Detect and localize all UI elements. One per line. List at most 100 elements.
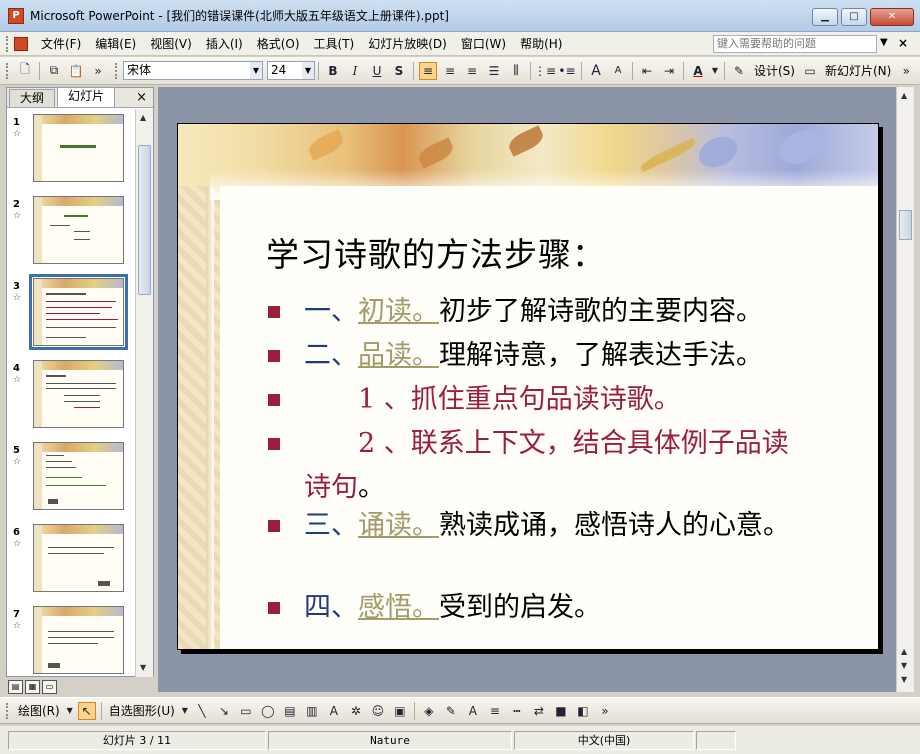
slide-title[interactable]: 学习诗歌的方法步骤：	[266, 228, 606, 276]
bullet-item[interactable]: 2 、联系上下文，结合具体例子品读 诗句。	[268, 422, 848, 510]
thumbnails-scrollbar[interactable]: ▲ ▼	[135, 109, 153, 677]
align-right-icon[interactable]: ≡	[463, 62, 481, 80]
more-buttons-icon[interactable]: »	[89, 62, 107, 80]
menu-slideshow[interactable]: 幻灯片放映(D)	[361, 35, 454, 52]
arrow-icon[interactable]: ↘	[215, 702, 233, 720]
tab-outline[interactable]: 大纲	[9, 89, 56, 107]
chevron-down-icon[interactable]: ▼	[302, 62, 314, 79]
font-name-select[interactable]: 宋体 ▼	[123, 61, 263, 80]
hyperlink[interactable]: 品读。	[358, 340, 439, 371]
distribute-icon[interactable]: ⫼	[507, 62, 525, 80]
slide-thumbnail-row[interactable]: 2 ☆	[7, 191, 135, 267]
bullets-icon[interactable]: •≡	[558, 62, 576, 80]
chevron-down-icon[interactable]: ▼	[250, 62, 262, 79]
hyperlink[interactable]: 感悟。	[358, 592, 439, 623]
3d-style-icon[interactable]: ◧	[574, 702, 592, 720]
shadow-button[interactable]: S	[390, 62, 408, 80]
maximize-button[interactable]: □	[841, 8, 867, 26]
toolbar-grip[interactable]	[6, 62, 10, 79]
select-pointer-icon[interactable]: ↖	[77, 701, 96, 720]
slide-thumbnail-row[interactable]: 5 ☆	[7, 437, 135, 513]
minimize-button[interactable]: ▁	[812, 8, 838, 26]
menu-edit[interactable]: 编辑(E)	[88, 35, 143, 52]
previous-slide-icon[interactable]: ▲	[901, 647, 907, 656]
tab-slides[interactable]: 幻灯片	[57, 87, 116, 107]
scrollbar-thumb[interactable]	[899, 210, 912, 240]
new-slide-button[interactable]: 新幻灯片(N)	[825, 62, 891, 79]
scroll-down-icon[interactable]: ▼	[140, 663, 146, 672]
toolbar-grip[interactable]	[6, 35, 10, 52]
oval-icon[interactable]: ◯	[259, 702, 277, 720]
slide-thumbnail-row[interactable]: 6 ☆	[7, 519, 135, 595]
slide-canvas[interactable]: 学习诗歌的方法步骤： 一、初读。初步了解诗歌的主要内容。 二、品读。理解诗意，了…	[177, 123, 879, 650]
scrollbar-thumb[interactable]	[138, 145, 151, 295]
slide-thumbnail-row[interactable]: 4 ☆	[7, 355, 135, 431]
more-buttons-icon[interactable]: »	[596, 702, 614, 720]
more-buttons-icon[interactable]: »	[897, 62, 915, 80]
picture-icon[interactable]: ▣	[391, 702, 409, 720]
menu-tools[interactable]: 工具(T)	[307, 35, 362, 52]
slide-thumbnail-row[interactable]: 1 ☆	[7, 109, 135, 185]
scroll-up-icon[interactable]: ▲	[140, 113, 146, 122]
menu-window[interactable]: 窗口(W)	[454, 35, 513, 52]
hyperlink[interactable]: 诵读。	[358, 510, 439, 541]
scroll-down-icon[interactable]: ▼	[901, 675, 907, 684]
shadow-icon[interactable]: ■	[552, 702, 570, 720]
powerpoint-icon[interactable]: P	[8, 7, 24, 24]
autoshapes-button[interactable]: 自选图形(U)	[109, 702, 175, 719]
clipart-icon[interactable]: ☺	[369, 702, 387, 720]
menu-file[interactable]: 文件(F)	[34, 35, 88, 52]
slide-thumbnail[interactable]	[33, 360, 124, 428]
slide-thumbnail-row[interactable]: 7 ☆	[7, 601, 135, 677]
vertical-textbox-icon[interactable]: ▥	[303, 702, 321, 720]
slide-sorter-icon[interactable]: ▦	[25, 680, 40, 694]
line-style-icon[interactable]: ≡	[486, 702, 504, 720]
dash-style-icon[interactable]: ┅	[508, 702, 526, 720]
slide-thumbnail-selected[interactable]	[29, 274, 128, 350]
bold-button[interactable]: B	[324, 62, 342, 80]
slide-thumbnail[interactable]	[33, 442, 124, 510]
shrink-font-button[interactable]: A	[609, 62, 627, 80]
wordart-icon[interactable]: A	[325, 702, 343, 720]
hyperlink[interactable]: 初读。	[358, 296, 439, 327]
slideshow-icon[interactable]: ▭	[42, 680, 57, 694]
toolbar-grip[interactable]	[115, 62, 119, 79]
draw-menu-button[interactable]: 绘图(R)	[18, 702, 60, 719]
slide-thumbnail[interactable]	[33, 606, 124, 674]
rectangle-icon[interactable]: ▭	[237, 702, 255, 720]
chevron-down-icon[interactable]: ▼	[181, 702, 189, 720]
help-search-input[interactable]: 键入需要帮助的问题	[713, 35, 877, 53]
document-close-icon[interactable]: ×	[898, 36, 908, 50]
menu-insert[interactable]: 插入(I)	[199, 35, 250, 52]
menu-view[interactable]: 视图(V)	[143, 35, 199, 52]
font-color-icon[interactable]: A	[464, 702, 482, 720]
close-button[interactable]: ✕	[870, 8, 914, 26]
paste-icon[interactable]: 📋	[67, 62, 85, 80]
slide-thumbnail[interactable]	[33, 524, 124, 592]
chevron-down-icon[interactable]: ▼	[880, 37, 888, 48]
justify-icon[interactable]: ☰	[485, 62, 503, 80]
align-left-icon[interactable]: ≡	[419, 61, 437, 80]
new-document-icon[interactable]: 🗋	[16, 62, 34, 80]
slide-thumbnail[interactable]	[33, 114, 124, 182]
menu-format[interactable]: 格式(O)	[250, 35, 307, 52]
font-color-button[interactable]: A	[689, 62, 707, 80]
copy-icon[interactable]: ⧉	[45, 62, 63, 80]
arrow-style-icon[interactable]: ⇄	[530, 702, 548, 720]
grow-font-button[interactable]: A	[587, 62, 605, 80]
numbering-icon[interactable]: ⋮≡	[534, 62, 556, 80]
slide-scrollbar[interactable]: ▲ ▲ ▼ ▼	[896, 87, 914, 692]
chevron-down-icon[interactable]: ▼	[711, 62, 719, 80]
slide-thumbnail[interactable]	[33, 196, 124, 264]
fill-color-icon[interactable]: ◈	[420, 702, 438, 720]
toolbar-grip[interactable]	[6, 702, 10, 719]
normal-view-icon[interactable]: ▤	[8, 680, 23, 694]
italic-button[interactable]: I	[346, 62, 364, 80]
font-size-select[interactable]: 24 ▼	[267, 61, 315, 80]
design-button[interactable]: 设计(S)	[754, 62, 795, 79]
menu-help[interactable]: 帮助(H)	[513, 35, 569, 52]
textbox-icon[interactable]: ▤	[281, 702, 299, 720]
diagram-icon[interactable]: ✲	[347, 702, 365, 720]
document-icon[interactable]	[14, 36, 28, 51]
next-slide-icon[interactable]: ▼	[901, 661, 907, 670]
